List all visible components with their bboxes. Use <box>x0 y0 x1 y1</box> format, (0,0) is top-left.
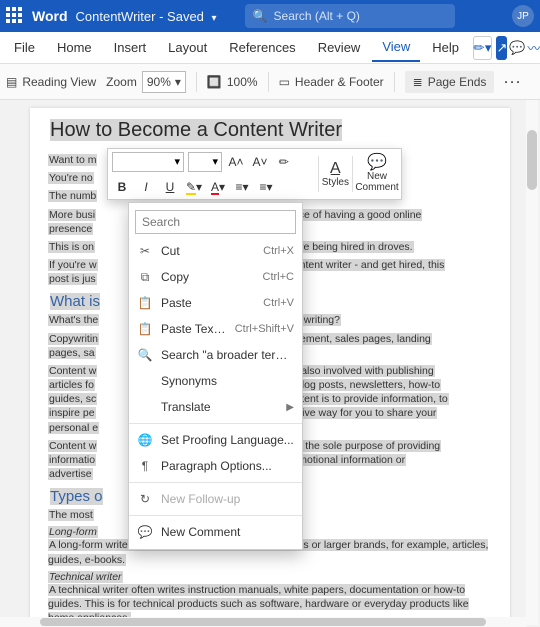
styles-button[interactable]: A̲ Styles <box>319 149 352 199</box>
page-ends-button[interactable]: ≣ Page Ends <box>405 71 495 93</box>
menu-paste[interactable]: 📋PasteCtrl+V <box>129 290 302 316</box>
menu-translate[interactable]: Translate▶ <box>129 394 302 420</box>
followup-icon: ↻ <box>137 492 153 506</box>
font-size-combo[interactable]: ▾ <box>188 152 222 172</box>
shrink-font-button[interactable]: A˅ <box>250 152 270 172</box>
app-name: Word <box>32 8 68 24</box>
search-container: 🔍 Search (Alt + Q) <box>245 4 504 28</box>
tab-layout[interactable]: Layout <box>158 34 217 61</box>
toolbar-overflow[interactable]: ··· <box>504 75 522 89</box>
paste-icon: 📋 <box>137 296 153 310</box>
menu-copy[interactable]: ⧉CopyCtrl+C <box>129 264 302 290</box>
app-launcher-icon[interactable] <box>6 7 24 25</box>
paragraph-icon: ¶ <box>137 459 153 473</box>
page-ends-icon: ≣ <box>413 75 423 89</box>
italic-button[interactable]: I <box>136 177 156 197</box>
paste-text-icon: 📋 <box>137 322 153 336</box>
tab-home[interactable]: Home <box>47 34 102 61</box>
menu-cut[interactable]: ✂CutCtrl+X <box>129 238 302 264</box>
menu-new-comment[interactable]: 💬New Comment <box>129 519 302 545</box>
zoom-dropdown[interactable]: 90%▾ <box>142 71 186 93</box>
search-input[interactable]: 🔍 Search (Alt + Q) <box>245 4 455 28</box>
tab-insert[interactable]: Insert <box>104 34 157 61</box>
tab-file[interactable]: File <box>4 34 45 61</box>
zoom-label: Zoom <box>106 75 137 89</box>
globe-icon: 🌐 <box>137 433 153 447</box>
context-search-input[interactable] <box>135 210 296 234</box>
cut-icon: ✂ <box>137 244 153 258</box>
reading-view-icon: ▤ <box>6 75 17 89</box>
filename-dropdown[interactable]: ContentWriter - Saved <box>76 9 217 24</box>
catchup-button[interactable]: 〰 <box>528 36 540 60</box>
header-footer-icon: ▭ <box>279 75 290 89</box>
menu-proofing-language[interactable]: 🌐Set Proofing Language... <box>129 427 302 453</box>
bullets-button[interactable]: ≡▾ <box>232 177 252 197</box>
grow-font-button[interactable]: A˄ <box>226 152 246 172</box>
doc-title: How to Become a Content Writer <box>48 118 492 143</box>
font-color-button[interactable]: A▾ <box>208 177 228 197</box>
chevron-down-icon: ▾ <box>174 155 180 168</box>
comment-icon: 💬 <box>367 155 387 171</box>
share-button[interactable]: ↗ <box>496 36 507 60</box>
font-family-combo[interactable]: ▾ <box>112 152 184 172</box>
mini-format-toolbar: ▾ ▾ A˄ A˅ ✎ B I U ✎▾ A▾ ≡▾ ≡▾ A̲ Styles … <box>107 148 402 200</box>
tab-review[interactable]: Review <box>308 34 371 61</box>
menubar: File Home Insert Layout References Revie… <box>0 32 540 64</box>
format-painter-button[interactable]: ✎ <box>274 152 294 172</box>
tab-view[interactable]: View <box>372 33 420 62</box>
header-footer-button[interactable]: ▭ Header & Footer <box>279 75 384 89</box>
context-menu: ✂CutCtrl+X ⧉CopyCtrl+C 📋PasteCtrl+V 📋Pas… <box>128 202 303 550</box>
pen-mode-button[interactable]: ✎▾ <box>473 36 492 60</box>
new-comment-button[interactable]: 💬 New Comment <box>353 149 401 199</box>
titlebar: Word ContentWriter - Saved 🔍 Search (Alt… <box>0 0 540 32</box>
reading-view-button[interactable]: ▤ Reading View <box>6 75 96 89</box>
chevron-down-icon: ▾ <box>175 75 181 89</box>
vertical-scrollbar[interactable] <box>526 100 538 625</box>
search-icon: 🔍 <box>137 348 153 362</box>
view-toolbar: ▤ Reading View Zoom 90%▾ 🔲 100% ▭ Header… <box>0 64 540 100</box>
menu-search-selection[interactable]: 🔍Search "a broader term as a..." <box>129 342 302 368</box>
zoom-100-button[interactable]: 🔲 100% <box>207 75 258 89</box>
comments-button[interactable]: 💬 <box>509 36 525 60</box>
bold-button[interactable]: B <box>112 177 132 197</box>
highlight-button[interactable]: ✎▾ <box>184 177 204 197</box>
menu-synonyms[interactable]: Synonyms <box>129 368 302 394</box>
avatar[interactable]: JP <box>512 5 534 27</box>
numbering-button[interactable]: ≡▾ <box>256 177 276 197</box>
menu-paste-text-only[interactable]: 📋Paste Text OnlyCtrl+Shift+V <box>129 316 302 342</box>
underline-button[interactable]: U <box>160 177 180 197</box>
tab-references[interactable]: References <box>219 34 305 61</box>
submenu-arrow-icon: ▶ <box>286 402 294 413</box>
search-icon: 🔍 <box>253 9 268 23</box>
menu-new-followup: ↻New Follow-up <box>129 486 302 512</box>
copy-icon: ⧉ <box>137 270 153 285</box>
comment-icon: 💬 <box>137 525 153 539</box>
styles-icon: A̲ <box>330 161 341 177</box>
zoom-100-icon: 🔲 <box>207 75 222 89</box>
chevron-down-icon: ▾ <box>212 155 218 168</box>
horizontal-scrollbar[interactable] <box>0 617 526 627</box>
tab-help[interactable]: Help <box>422 34 469 61</box>
menu-paragraph-options[interactable]: ¶Paragraph Options... <box>129 453 302 479</box>
